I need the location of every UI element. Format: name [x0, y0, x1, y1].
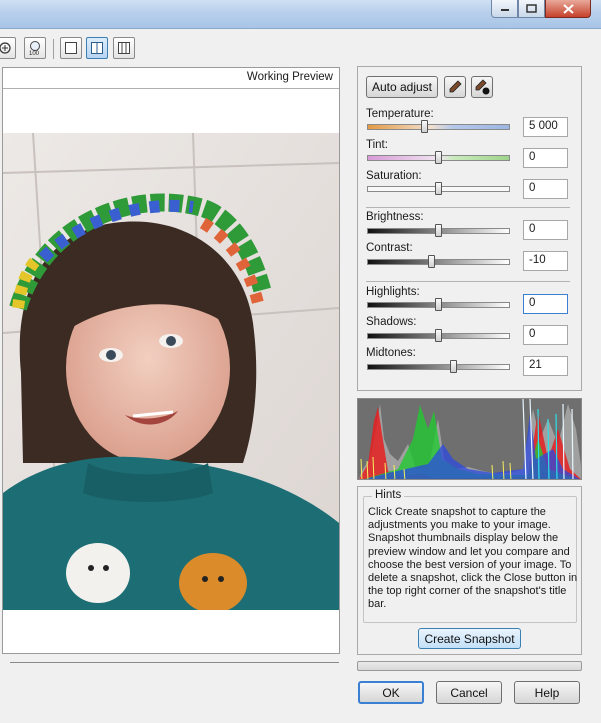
hints-title: Hints [372, 489, 405, 501]
shadows-value-field[interactable]: 0 [523, 325, 568, 345]
fit-to-window-icon [0, 42, 11, 54]
brightness-label: Brightness: [366, 211, 424, 223]
contrast-value-field[interactable]: -10 [523, 251, 568, 271]
white-point-picker-button[interactable] [444, 76, 466, 98]
close-icon [562, 3, 574, 14]
highlights-slider-thumb[interactable] [435, 298, 442, 311]
shadows-slider-thumb[interactable] [435, 329, 442, 342]
minimize-button[interactable] [491, 0, 518, 18]
temperature-value-field[interactable]: 5 000 [523, 117, 568, 137]
auto-adjust-button[interactable]: Auto adjust [366, 76, 438, 98]
highlights-value-field[interactable]: 0 [523, 294, 568, 314]
zoom-100-text: 100 [29, 51, 40, 56]
split-view-vertical-icon [91, 42, 103, 54]
zoom-100-button[interactable]: 100 [24, 37, 46, 59]
saturation-slider-thumb[interactable] [435, 182, 442, 195]
preview-label: Working Preview [246, 71, 333, 83]
saturation-label: Saturation: [366, 170, 422, 182]
close-button[interactable] [545, 0, 591, 18]
ok-button[interactable]: OK [358, 681, 424, 704]
preview-image[interactable] [3, 133, 339, 610]
photo-illustration [3, 133, 339, 610]
help-button[interactable]: Help [514, 681, 580, 704]
window-controls [491, 0, 591, 20]
hints-group: Hints Click Create snapshot to capture t… [363, 489, 578, 623]
split-view-side-icon [118, 42, 130, 54]
saturation-value-field[interactable]: 0 [523, 179, 568, 199]
split-view-vertical-button[interactable] [86, 37, 108, 59]
hints-panel: Hints Click Create snapshot to capture t… [357, 486, 582, 655]
progress-bar [357, 661, 582, 671]
tint-slider-thumb[interactable] [435, 151, 442, 164]
black-point-picker-button[interactable] [471, 76, 493, 98]
split-view-side-button[interactable] [113, 37, 135, 59]
create-snapshot-button[interactable]: Create Snapshot [418, 628, 521, 649]
hints-text: Click Create snapshot to capture the adj… [368, 506, 578, 611]
highlights-label: Highlights: [366, 286, 420, 298]
eyedropper-icon [449, 80, 462, 93]
cancel-button[interactable]: Cancel [436, 681, 502, 704]
brightness-value-field[interactable]: 0 [523, 220, 568, 240]
eyedropper-black-icon [475, 79, 490, 95]
midtones-label: Midtones: [366, 347, 416, 359]
adjustments-panel: Auto adjust Temperature: 5 000 Tint: 0 S… [357, 66, 582, 391]
temperature-track[interactable] [367, 124, 510, 130]
temperature-label: Temperature: [366, 108, 434, 120]
group-divider [366, 207, 570, 208]
working-preview-pane: Working Preview [2, 67, 340, 654]
fit-to-window-button[interactable] [0, 37, 16, 59]
brightness-slider-thumb[interactable] [435, 224, 442, 237]
minimize-icon [500, 8, 509, 11]
window-titlebar [0, 0, 601, 29]
contrast-label: Contrast: [366, 242, 413, 254]
tint-label: Tint: [366, 139, 388, 151]
snapshot-strip-divider [10, 662, 339, 663]
group-divider [366, 281, 570, 282]
shadows-label: Shadows: [366, 316, 417, 328]
toolbar-separator [53, 39, 54, 59]
single-view-icon [65, 42, 77, 54]
zoom-100-icon: 100 [29, 41, 40, 56]
preview-toolbar: 100 [0, 30, 601, 68]
tint-value-field[interactable]: 0 [523, 148, 568, 168]
midtones-slider-thumb[interactable] [450, 360, 457, 373]
temperature-slider-thumb[interactable] [421, 120, 428, 133]
maximize-icon [526, 4, 537, 13]
histogram-plot [358, 399, 581, 479]
histogram [357, 398, 582, 480]
midtones-value-field[interactable]: 21 [523, 356, 568, 376]
contrast-slider-thumb[interactable] [428, 255, 435, 268]
midtones-track[interactable] [367, 364, 510, 370]
single-view-button[interactable] [60, 37, 82, 59]
maximize-button[interactable] [518, 0, 545, 18]
preview-divider [3, 88, 339, 89]
contrast-track[interactable] [367, 259, 510, 265]
